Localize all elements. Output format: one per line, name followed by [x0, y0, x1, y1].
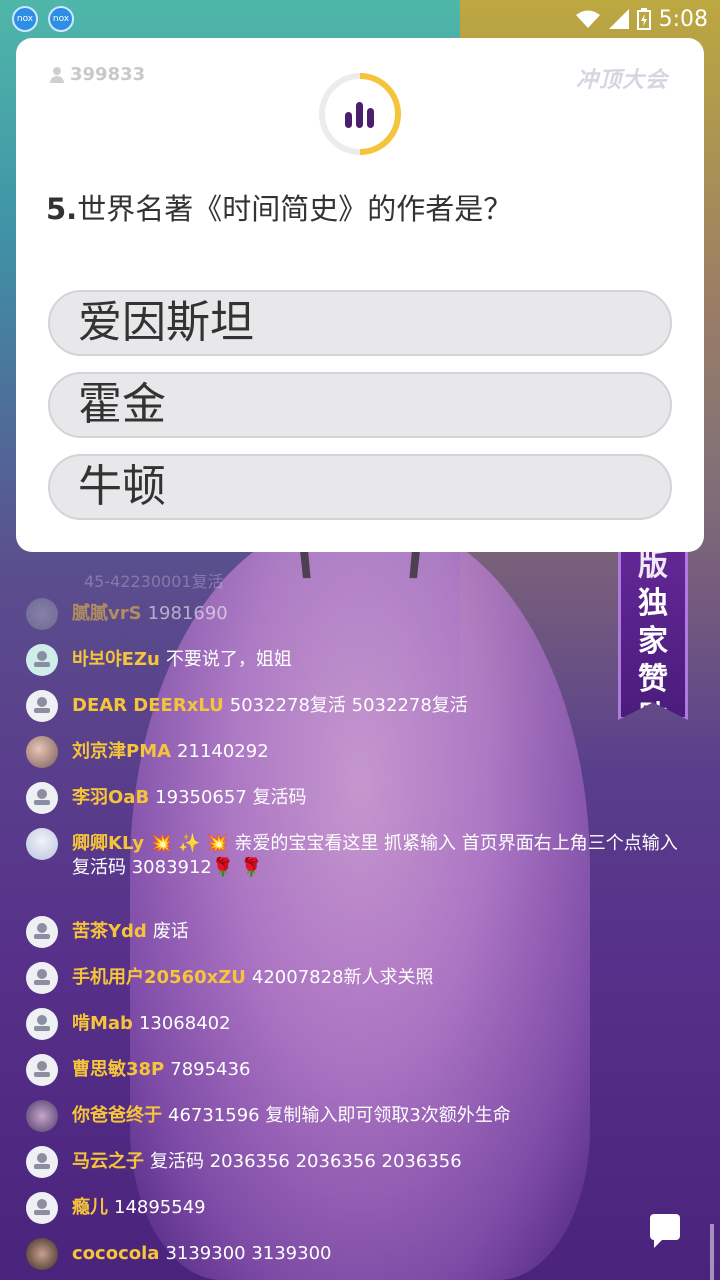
chat-username[interactable]: 李羽OaB	[72, 787, 149, 808]
chat-username[interactable]: 瘾儿	[72, 1197, 108, 1218]
scrollbar[interactable]	[710, 1224, 714, 1280]
chat-message: 啃Mab 13068402	[26, 1008, 696, 1040]
chat-text: 复活码 2036356 2036356 2036356	[150, 1151, 462, 1172]
chat-text: 19350657 复活码	[155, 787, 307, 808]
chat-username[interactable]: 曹思敏38P	[72, 1059, 164, 1080]
chat-username[interactable]: DEAR DEERxLU	[72, 695, 224, 716]
chat-message: 바보야EZu 不要说了，姐姐	[26, 644, 696, 676]
countdown-timer	[319, 73, 401, 155]
sponsor-char: 独	[638, 586, 668, 621]
chat-message: 马云之子 复活码 2036356 2036356 2036356	[26, 1146, 696, 1178]
answer-option-1[interactable]: 爱因斯坦	[48, 290, 672, 356]
viewer-count: 399833	[50, 64, 145, 85]
chat-text: 💥 ✨ 💥 亲爱的宝宝看这里 抓紧输入 首页界面右上角三个点输入复活码 3083…	[72, 833, 678, 878]
sponsor-char: 赞	[638, 662, 668, 697]
avatar[interactable]	[26, 1192, 58, 1224]
signal-icon	[608, 9, 629, 29]
chat-message: cococola 3139300 3139300	[26, 1238, 696, 1270]
chat-text: 7895436	[170, 1059, 251, 1080]
chat-message: 苦茶Ydd 废话	[26, 916, 696, 948]
avatar[interactable]	[26, 1146, 58, 1178]
avatar[interactable]	[26, 1238, 58, 1270]
faded-chat-line: 45-42230001复活	[84, 572, 224, 591]
question-number: 5.	[46, 192, 78, 226]
chat-username[interactable]: 苦茶Ydd	[72, 921, 147, 942]
chat-text: 不要说了，姐姐	[165, 649, 292, 670]
chat-text: 21140292	[177, 741, 269, 762]
chat-message: 手机用户20560xZU 42007828新人求关照	[26, 962, 696, 994]
chat-username[interactable]: 啃Mab	[72, 1013, 133, 1034]
chat-message: 曹思敏38P 7895436	[26, 1054, 696, 1086]
sponsor-char: 版	[638, 548, 668, 583]
person-icon	[50, 66, 64, 83]
chat-text: 废话	[152, 921, 189, 942]
question-body: 世界名著《时间简史》的作者是？	[77, 192, 513, 226]
chat-text: 5032278复活 5032278复活	[229, 695, 468, 716]
chat-username[interactable]: cococola	[72, 1243, 159, 1264]
battery-charging-icon	[636, 8, 651, 30]
chat-text: 1981690	[147, 603, 228, 624]
chat-username[interactable]: 马云之子	[72, 1151, 144, 1172]
chat-text: 42007828新人求关照	[251, 967, 434, 988]
bar-chart-icon	[345, 102, 374, 128]
chat-username[interactable]: 手机用户20560xZU	[72, 967, 246, 988]
chat-message: 李羽OaB 19350657 复活码	[26, 782, 696, 814]
avatar[interactable]	[26, 690, 58, 722]
chat-message: 你爸爸终于 46731596 复制输入即可领取3次额外生命	[26, 1100, 696, 1132]
sponsor-char: 家	[638, 624, 668, 659]
answer-option-2[interactable]: 霍金	[48, 372, 672, 438]
question-card: 399833 冲顶大会 5.世界名著《时间简史》的作者是？ 爱因斯坦 霍金 牛顿	[16, 38, 704, 552]
chat-text: 14895549	[114, 1197, 206, 1218]
chat-text: 46731596 复制输入即可领取3次额外生命	[168, 1105, 511, 1126]
avatar[interactable]	[26, 598, 58, 630]
chat-text: 3139300 3139300	[165, 1243, 332, 1264]
avatar[interactable]	[26, 736, 58, 768]
chat-message: 瘾儿 14895549	[26, 1192, 696, 1224]
app-logo: 冲顶大会	[575, 68, 668, 93]
chat-button[interactable]	[636, 1198, 694, 1256]
nox-app-icon-2: nox	[48, 6, 74, 32]
avatar[interactable]	[26, 916, 58, 948]
question-text: 5.世界名著《时间简史》的作者是？	[46, 186, 512, 228]
chat-username[interactable]: 刘京津PMA	[72, 741, 171, 762]
chat-username[interactable]: 腻腻vrS	[72, 603, 142, 624]
avatar[interactable]	[26, 1100, 58, 1132]
chat-username[interactable]: 卿卿KLy	[72, 833, 144, 854]
status-bar: nox nox 5:08	[0, 0, 720, 38]
chat-message: 腻腻vrS 1981690	[26, 598, 696, 630]
avatar[interactable]	[26, 644, 58, 676]
avatar[interactable]	[26, 1054, 58, 1086]
clock: 5:08	[658, 6, 708, 32]
chat-message: 卿卿KLy 💥 ✨ 💥 亲爱的宝宝看这里 抓紧输入 首页界面右上角三个点输入复活码…	[26, 828, 696, 880]
chat-message: 刘京津PMA 21140292	[26, 736, 696, 768]
chat-bubble-icon	[650, 1214, 680, 1248]
viewer-count-value: 399833	[70, 64, 146, 85]
chat-text: 13068402	[138, 1013, 231, 1034]
wifi-icon	[575, 10, 600, 28]
avatar[interactable]	[26, 1008, 58, 1040]
answer-option-3[interactable]: 牛顿	[48, 454, 672, 520]
chat-username[interactable]: 你爸爸终于	[72, 1105, 162, 1126]
avatar[interactable]	[26, 828, 58, 860]
avatar[interactable]	[26, 962, 58, 994]
avatar[interactable]	[26, 782, 58, 814]
chat-message: DEAR DEERxLU 5032278复活 5032278复活	[26, 690, 696, 722]
chat-username[interactable]: 바보야EZu	[72, 649, 160, 670]
nox-app-icon: nox	[12, 6, 38, 32]
